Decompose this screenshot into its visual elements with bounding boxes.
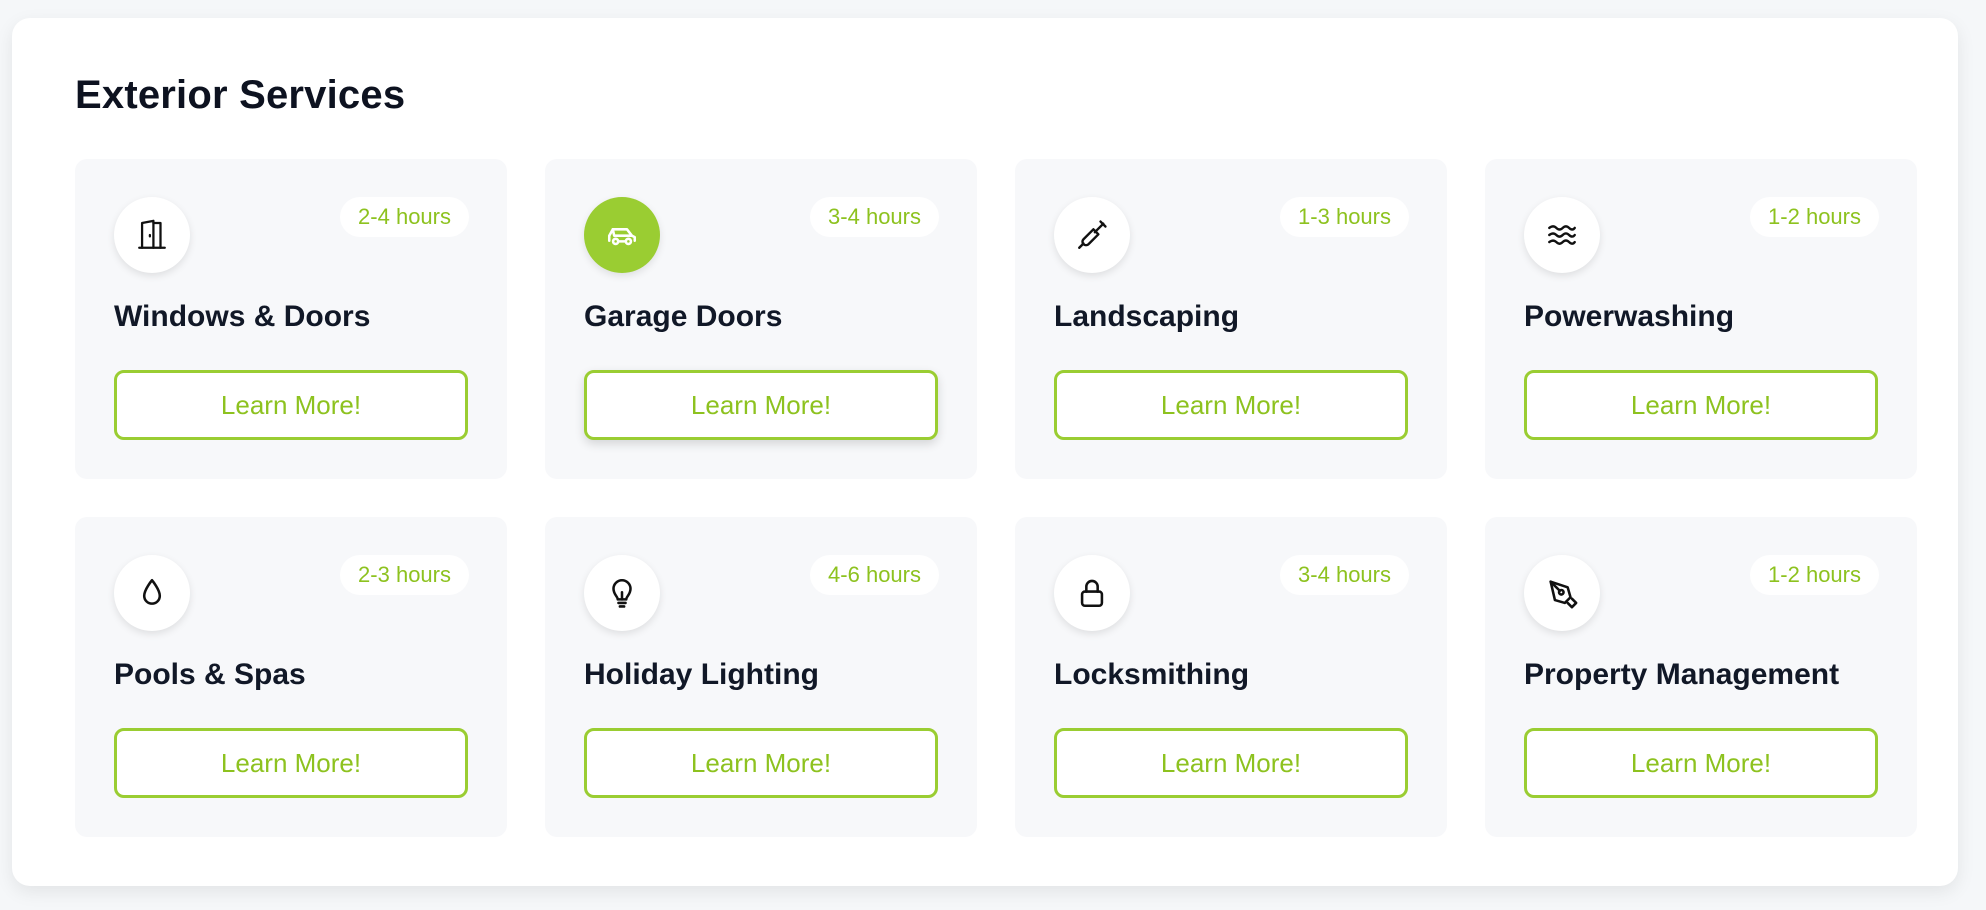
learn-more-button[interactable]: Learn More! [1524, 370, 1878, 440]
duration-badge: 2-4 hours [340, 197, 469, 237]
service-name: Pools & Spas [114, 658, 306, 691]
exterior-services-panel: Exterior Services 2-4 hours Windows & Do… [12, 18, 1958, 886]
car-icon [584, 197, 660, 273]
shovel-icon [1054, 197, 1130, 273]
service-name: Powerwashing [1524, 300, 1735, 333]
service-name: Holiday Lighting [584, 658, 819, 691]
duration-badge: 4-6 hours [810, 555, 939, 595]
service-name: Garage Doors [584, 300, 783, 333]
service-name: Property Management [1524, 658, 1840, 691]
service-card-powerwashing: 1-2 hours Powerwashing Learn More! [1485, 159, 1917, 479]
service-name: Landscaping [1054, 300, 1240, 333]
door-icon [114, 197, 190, 273]
duration-badge: 3-4 hours [810, 197, 939, 237]
service-card-windows-doors: 2-4 hours Windows & Doors Learn More! [75, 159, 507, 479]
service-card-property-management: 1-2 hours Property Management Learn More… [1485, 517, 1917, 837]
service-name: Locksmithing [1054, 658, 1250, 691]
droplet-icon [114, 555, 190, 631]
learn-more-button[interactable]: Learn More! [1054, 370, 1408, 440]
service-card-pools-spas: 2-3 hours Pools & Spas Learn More! [75, 517, 507, 837]
learn-more-button[interactable]: Learn More! [114, 370, 468, 440]
section-title: Exterior Services [75, 73, 406, 117]
service-grid: 2-4 hours Windows & Doors Learn More! 3-… [75, 159, 1920, 837]
learn-more-button[interactable]: Learn More! [1054, 728, 1408, 798]
service-card-landscaping: 1-3 hours Landscaping Learn More! [1015, 159, 1447, 479]
learn-more-button[interactable]: Learn More! [114, 728, 468, 798]
service-card-garage-doors: 3-4 hours Garage Doors Learn More! [545, 159, 977, 479]
lightbulb-icon [584, 555, 660, 631]
pen-tool-icon [1524, 555, 1600, 631]
duration-badge: 2-3 hours [340, 555, 469, 595]
duration-badge: 1-2 hours [1750, 555, 1879, 595]
duration-badge: 1-3 hours [1280, 197, 1409, 237]
learn-more-button[interactable]: Learn More! [1524, 728, 1878, 798]
service-card-holiday-lighting: 4-6 hours Holiday Lighting Learn More! [545, 517, 977, 837]
learn-more-button[interactable]: Learn More! [584, 728, 938, 798]
duration-badge: 3-4 hours [1280, 555, 1409, 595]
lock-icon [1054, 555, 1130, 631]
service-card-locksmithing: 3-4 hours Locksmithing Learn More! [1015, 517, 1447, 837]
waves-icon [1524, 197, 1600, 273]
service-name: Windows & Doors [114, 300, 371, 333]
duration-badge: 1-2 hours [1750, 197, 1879, 237]
learn-more-button[interactable]: Learn More! [584, 370, 938, 440]
